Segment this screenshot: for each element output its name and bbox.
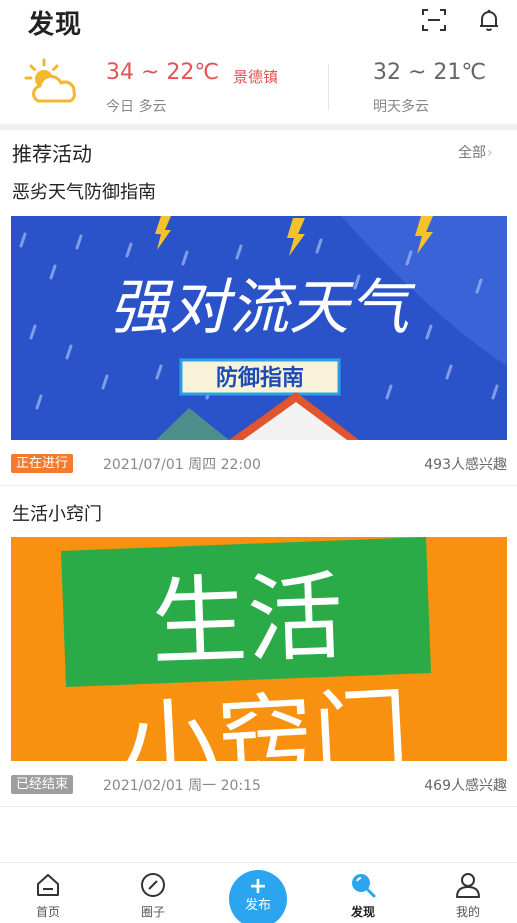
tomorrow-temperature: 32 ~ 21℃ (373, 60, 487, 85)
tips-banner-image: 生活 小窍门 (11, 537, 507, 761)
publish-label: 发布 (244, 898, 271, 913)
activity-meta: 已经结束 2021/02/01 周一 20:15 469人感兴趣 (11, 774, 507, 796)
today-temperature: 34 ~ 22℃ (106, 60, 220, 85)
banner-subheadline: 小窍门 (118, 677, 411, 761)
weather-divider (328, 64, 329, 110)
publish-button[interactable]: + 发布 (229, 870, 287, 923)
activity-banner[interactable]: 强对流天气 防御指南 (11, 216, 507, 440)
plus-icon: + (248, 874, 268, 899)
city-name: 景德镇 (233, 68, 279, 86)
view-all-link[interactable]: 全部› (458, 142, 493, 162)
activity-date: 2021/02/01 周一 20:15 (103, 778, 261, 794)
activity-date: 2021/07/01 周四 22:00 (103, 457, 261, 473)
tab-discover[interactable]: 发现 (333, 871, 393, 923)
tomorrow-weather-desc: 明天多云 (373, 99, 429, 115)
tab-circle[interactable]: 圈子 (123, 871, 183, 923)
tab-home[interactable]: 首页 (18, 871, 78, 923)
today-weather-desc: 今日 多云 (106, 99, 167, 115)
compass-icon (141, 873, 165, 897)
view-all-label: 全部 (458, 145, 486, 161)
section-spacer (0, 124, 517, 130)
interest-label: 人感兴趣 (451, 457, 507, 473)
tab-home-label: 首页 (35, 905, 60, 919)
tab-discover-label: 发现 (350, 905, 375, 919)
interest-number: 493 (424, 457, 451, 473)
home-icon (37, 874, 59, 896)
weather-panel[interactable]: 34 ~ 22℃ 景德镇 今日 多云 32 ~ 21℃ 明天多云 (0, 48, 517, 124)
scan-icon[interactable] (420, 6, 448, 34)
tab-circle-label: 圈子 (140, 905, 165, 919)
card-divider (0, 485, 517, 486)
banner-headline: 强对流天气 (109, 273, 416, 343)
tab-mine-label: 我的 (455, 905, 480, 919)
bell-icon[interactable] (475, 6, 503, 34)
storm-banner-image: 强对流天气 防御指南 (11, 216, 507, 440)
interest-count: 493人感兴趣 (424, 454, 507, 474)
section-title: 推荐活动 (12, 142, 92, 166)
user-icon (456, 873, 480, 898)
activity-banner[interactable]: 生活 小窍门 (11, 537, 507, 761)
top-header: 发现 (0, 0, 517, 44)
interest-number: 469 (424, 778, 451, 794)
activity-title[interactable]: 恶劣天气防御指南 (12, 178, 156, 204)
card-divider (0, 806, 517, 807)
banner-headline: 生活 (149, 561, 345, 680)
activity-title[interactable]: 生活小窍门 (12, 500, 102, 526)
partly-cloudy-icon (24, 58, 76, 103)
activity-meta: 正在进行 2021/07/01 周四 22:00 493人感兴趣 (11, 453, 507, 475)
banner-subheadline: 防御指南 (216, 365, 304, 391)
discover-search-icon (352, 874, 376, 898)
status-badge: 正在进行 (11, 454, 74, 473)
status-badge: 已经结束 (11, 775, 74, 794)
chevron-right-icon: › (487, 145, 493, 161)
page-title: 发现 (28, 10, 83, 40)
tab-mine[interactable]: 我的 (438, 871, 498, 923)
interest-count: 469人感兴趣 (424, 775, 507, 795)
interest-label: 人感兴趣 (451, 778, 507, 794)
